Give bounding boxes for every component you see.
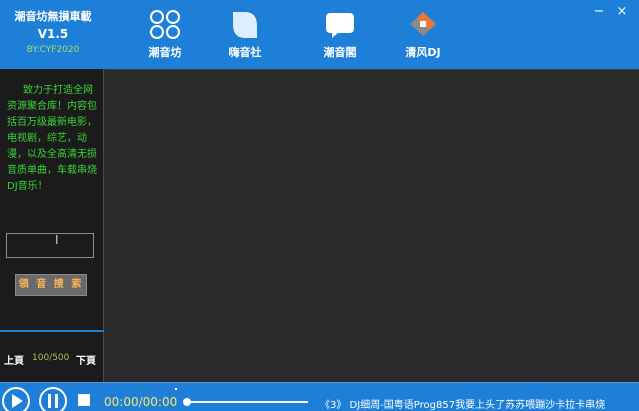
- tab-label: 清风DJ: [405, 46, 441, 59]
- play-icon[interactable]: [1, 386, 31, 411]
- stop-icon[interactable]: [77, 393, 91, 407]
- progress-marker: [175, 388, 177, 390]
- search-input[interactable]: [6, 233, 94, 258]
- tab-label: 潮音閣: [323, 46, 357, 59]
- header-bar: 潮音坊無損車載 V1.5 BY:CYF2020 潮音坊 嗨音社 潮音閣 清风DJ…: [0, 0, 639, 69]
- tab-haiyinshe[interactable]: 嗨音社: [210, 4, 280, 64]
- progress-thumb[interactable]: [183, 398, 191, 406]
- tab-chaoyinfang[interactable]: 潮音坊: [130, 4, 200, 64]
- sidebar: 致力于打造全网资源聚合库！内容包括百万级最新电影，电视剧，综艺，动漫，以及全高清…: [0, 69, 104, 382]
- minimize-button[interactable]: −: [591, 4, 607, 20]
- pause-icon[interactable]: [38, 386, 68, 411]
- prev-page-button[interactable]: 上頁: [4, 352, 24, 367]
- tab-qingfeng-dj[interactable]: 清风DJ: [388, 4, 458, 64]
- tab-label: 潮音坊: [148, 46, 182, 59]
- app-author: BY:CYF2020: [26, 45, 80, 55]
- tab-chaoyinge[interactable]: 潮音閣: [305, 4, 375, 64]
- dj-icon: [410, 12, 436, 36]
- intro-text: 致力于打造全网资源聚合库！内容包括百万级最新电影，电视剧，综艺，动漫，以及全高清…: [7, 85, 97, 192]
- page-count: 100/500: [32, 353, 70, 363]
- content-area: [105, 69, 639, 382]
- search-button[interactable]: 領 音 搜 索: [15, 274, 87, 296]
- app-version: V1.5: [37, 27, 69, 41]
- progress-track[interactable]: [186, 401, 308, 403]
- divider: [0, 330, 104, 332]
- player-bar: 00:00/00:00 《3》 DJ细周-国粤语Prog857我要上头了苏苏喂蹦…: [0, 382, 639, 411]
- time-display: 00:00/00:00: [104, 395, 178, 409]
- tab-label: 嗨音社: [228, 46, 262, 59]
- clover-icon: [150, 10, 180, 39]
- close-button[interactable]: ×: [614, 4, 630, 20]
- next-page-button[interactable]: 下頁: [76, 352, 96, 367]
- chat-bubble-icon: [326, 13, 354, 38]
- app-title: 潮音坊無損車載: [14, 10, 92, 23]
- now-playing-title: 《3》 DJ细周-国粤语Prog857我要上头了苏苏喂蹦沙卡拉卡串烧: [320, 400, 606, 411]
- leaf-icon: [233, 12, 257, 38]
